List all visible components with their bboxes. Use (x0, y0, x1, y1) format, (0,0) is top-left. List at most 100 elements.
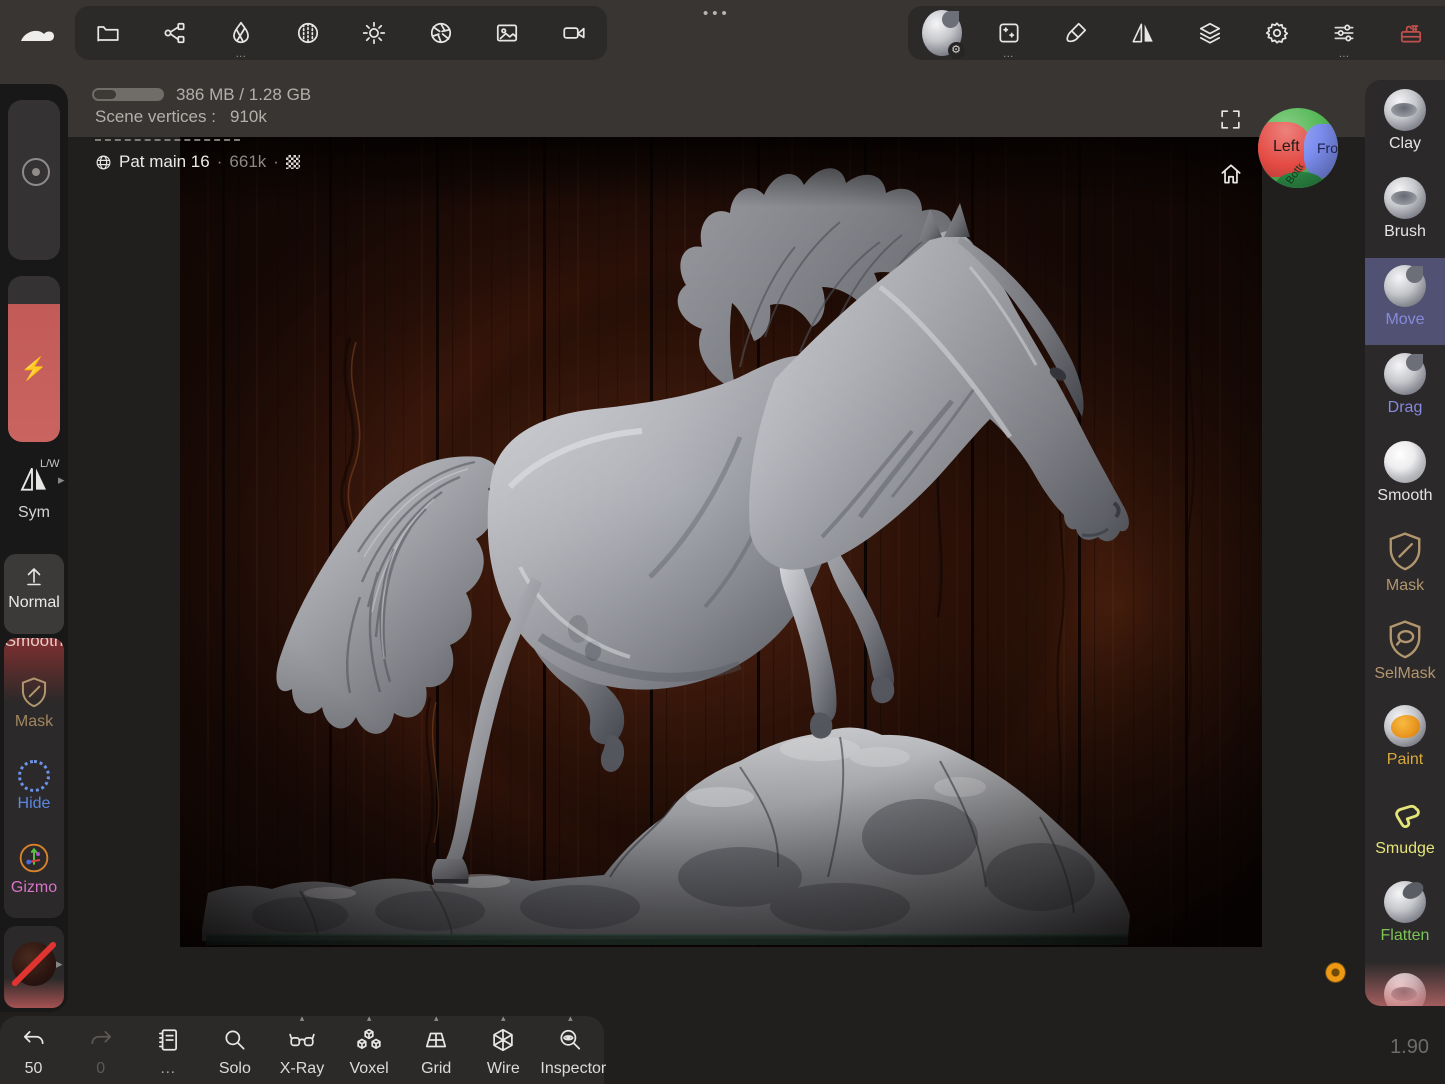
undo-button[interactable]: 50 (4, 1022, 64, 1078)
wireframe-icon (490, 1027, 516, 1053)
memory-progress-bar (92, 88, 164, 101)
orientation-nav-sphere[interactable]: Left Front Bottom (1258, 108, 1338, 188)
separator-dot: · (273, 152, 279, 172)
inspector-button[interactable]: ▴ Inspector (540, 1022, 600, 1078)
tool-brush[interactable]: Brush (1365, 177, 1445, 263)
tool-label: Brush (1365, 223, 1445, 241)
gizmo-icon (18, 842, 50, 874)
toolbox-icon[interactable] (1391, 13, 1431, 53)
mask-label: Mask (4, 713, 64, 731)
tool-move[interactable]: Move (1365, 265, 1445, 351)
voxel-button[interactable]: ▴ Voxel (339, 1022, 399, 1078)
notebook-icon (155, 1027, 181, 1053)
gizmo-label: Gizmo (4, 879, 64, 897)
tool-smudge[interactable]: Smudge (1365, 793, 1445, 879)
radius-target-icon (22, 158, 50, 186)
object-name: Pat main 16 (119, 152, 210, 172)
stamp-alpha-icon[interactable]: … (989, 13, 1029, 53)
tool-clay[interactable]: Clay (1365, 89, 1445, 175)
redo-count: 0 (71, 1060, 131, 1078)
shield-lasso-icon (1386, 618, 1424, 660)
hide-dots-icon (18, 760, 50, 792)
bottom-toolbar: 50 0 … Solo ▴ X-Ray ▴ Voxel ▴ Grid ▴ Wir… (0, 1016, 604, 1084)
layers-icon[interactable] (1190, 13, 1230, 53)
solo-button[interactable]: Solo (205, 1022, 265, 1078)
overflow-dots: … (1003, 48, 1015, 60)
smooth-sphere-icon (1384, 441, 1426, 483)
tool-mask[interactable]: Mask (1365, 529, 1445, 615)
scene-graph-icon[interactable] (155, 13, 195, 53)
normal-falloff-button[interactable]: Normal (4, 554, 64, 634)
nav-left-label: Left (1273, 138, 1300, 156)
tool-drag[interactable]: Drag (1365, 353, 1445, 439)
files-folder-icon[interactable] (88, 13, 128, 53)
fullscreen-button[interactable] (1218, 107, 1243, 137)
wire-button[interactable]: ▴ Wire (473, 1022, 533, 1078)
active-object-header[interactable]: Pat main 16 · 661k · (95, 152, 300, 172)
tool-label: Move (1365, 311, 1445, 329)
overflow-dots: … (235, 48, 247, 60)
camera-icon[interactable] (554, 13, 594, 53)
material-preview-sphere[interactable]: ⚙ (922, 13, 962, 53)
memory-progress-fill (94, 90, 116, 99)
symmetry-button[interactable]: L/W ▸ Sym (0, 456, 68, 530)
home-view-button[interactable] (1218, 161, 1244, 192)
sliders-icon[interactable]: … (1324, 13, 1364, 53)
viewport-render (180, 137, 1262, 947)
tool-flatten[interactable]: Flatten (1365, 881, 1445, 967)
expand-caret: ▴ (339, 1013, 399, 1024)
validate-badge-icon[interactable] (1326, 963, 1345, 982)
tool-label: Mask (1365, 577, 1445, 595)
paintbrush-icon[interactable] (1056, 13, 1096, 53)
topology-icon[interactable]: … (221, 13, 261, 53)
xray-button[interactable]: ▴ X-Ray (272, 1022, 332, 1078)
expand-caret: ▴ (406, 1013, 466, 1024)
button-label: Voxel (339, 1060, 399, 1078)
tool-label: Clay (1365, 135, 1445, 153)
settings-gear-icon[interactable] (1257, 13, 1297, 53)
overflow-dots: … (138, 1060, 198, 1078)
paint-sphere-icon (1384, 705, 1426, 747)
tool-label: SelMask (1365, 665, 1445, 683)
move-sphere-icon (1384, 265, 1426, 307)
hide-button[interactable]: Hide (4, 760, 64, 813)
button-label: Inspector (540, 1060, 600, 1078)
object-vertex-count: 661k (229, 152, 266, 172)
expand-caret: ▴ (473, 1013, 533, 1024)
history-button[interactable]: … (138, 1022, 198, 1078)
scene-vertices-label: Scene vertices : (95, 107, 216, 127)
gear-badge-icon: ⚙ (948, 42, 965, 59)
radius-slider[interactable] (8, 100, 60, 260)
intensity-slider[interactable]: ⚡ (8, 276, 60, 442)
material-disabled-button[interactable]: ▸ (4, 926, 64, 1008)
material-sphere-icon: ⚙ (922, 10, 962, 56)
smudge-finger-icon (1385, 795, 1425, 835)
symmetry-icon[interactable] (1123, 13, 1163, 53)
tool-smooth[interactable]: Smooth (1365, 441, 1445, 527)
matcap-sphere-icon[interactable] (288, 13, 328, 53)
expand-caret: ▴ (272, 1013, 332, 1024)
nomad-logo-icon[interactable] (16, 18, 58, 53)
hide-label: Hide (4, 795, 64, 813)
flatten-sphere-icon (1384, 881, 1426, 923)
tool-selmask[interactable]: SelMask (1365, 617, 1445, 703)
gizmo-button[interactable]: Gizmo (4, 842, 64, 897)
redo-button[interactable]: 0 (71, 1022, 131, 1078)
mask-button-left[interactable]: Mask (4, 676, 64, 731)
arrow-up-icon (22, 564, 46, 588)
tool-paint[interactable]: Paint (1365, 705, 1445, 791)
tool-label: Smudge (1365, 840, 1445, 858)
grid-button[interactable]: ▴ Grid (406, 1022, 466, 1078)
sculpt-viewport[interactable] (180, 137, 1262, 947)
dashed-divider (95, 139, 240, 141)
xray-glasses-icon (288, 1027, 316, 1053)
mesh-sphere-icon (95, 154, 112, 171)
chevron-right-icon: ▸ (56, 956, 63, 972)
background-image-icon[interactable] (487, 13, 527, 53)
postprocess-aperture-icon[interactable] (421, 13, 461, 53)
solo-magnifier-icon (222, 1027, 248, 1053)
lighting-sun-icon[interactable] (354, 13, 394, 53)
button-label: X-Ray (272, 1060, 332, 1078)
undo-icon (21, 1027, 47, 1053)
tool-label: Smooth (1365, 487, 1445, 505)
